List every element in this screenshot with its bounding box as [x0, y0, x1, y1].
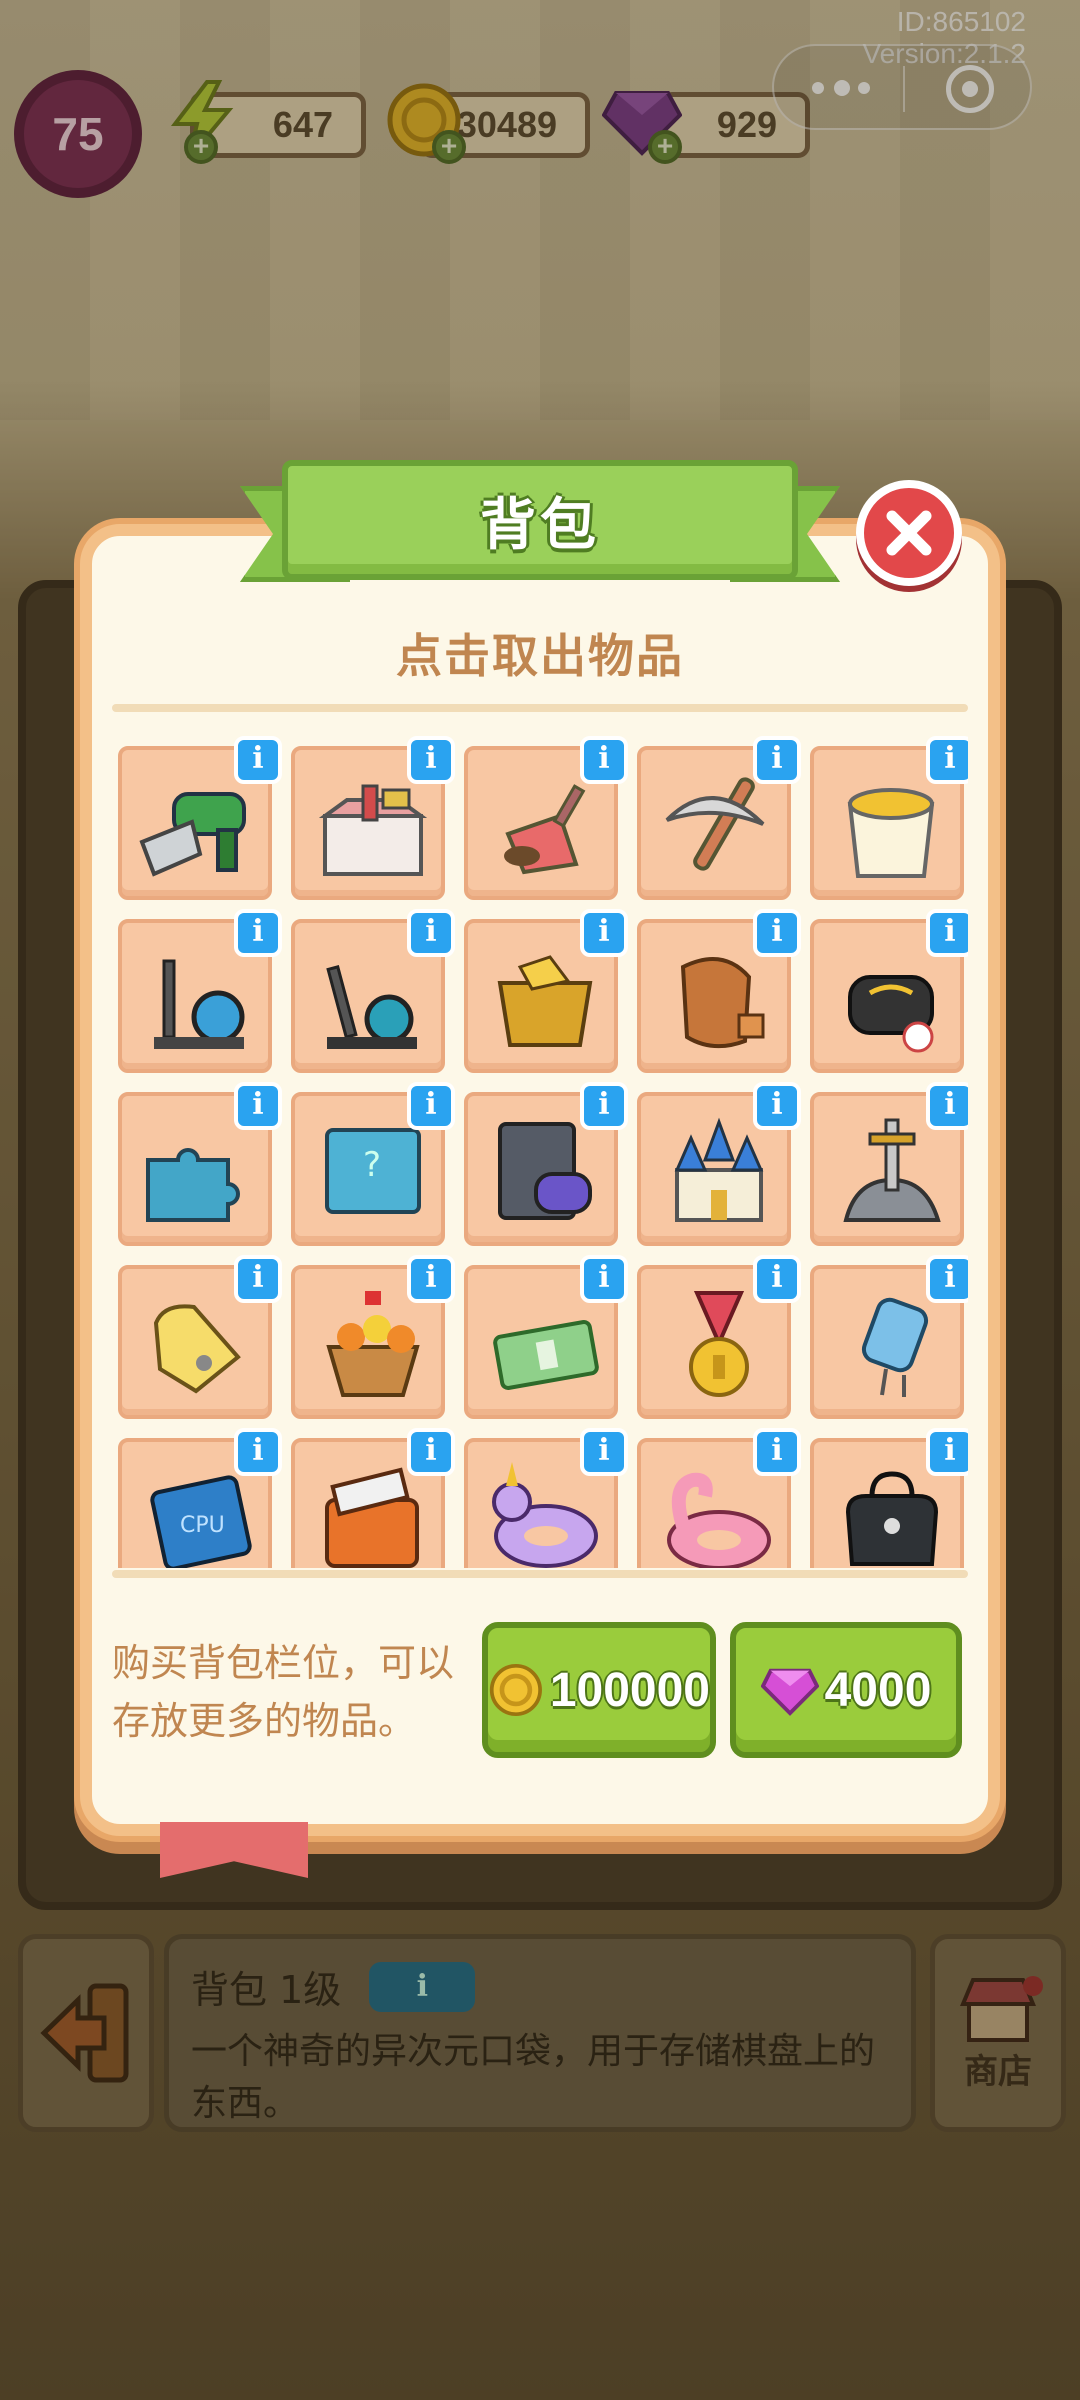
item-info-button[interactable]: i — [407, 1082, 455, 1130]
item-info-button[interactable]: i — [234, 1082, 282, 1130]
item-info-button[interactable]: i — [926, 1082, 968, 1130]
item-info-button[interactable]: i — [407, 1428, 455, 1476]
item-info-button[interactable]: i — [234, 1255, 282, 1303]
item-info-button[interactable]: i — [580, 909, 628, 957]
backpack-slot[interactable]: i — [118, 1082, 282, 1246]
backpack-slot[interactable]: i — [464, 1255, 628, 1419]
item-info-button[interactable]: i — [753, 1255, 801, 1303]
backpack-slot[interactable]: i — [291, 1428, 455, 1568]
backpack-slot[interactable]: i — [464, 909, 628, 1073]
backpack-slot[interactable]: i — [291, 909, 455, 1073]
item-info-button[interactable]: i — [753, 909, 801, 957]
svg-text:?: ? — [363, 1145, 381, 1185]
buy-with-coins-button[interactable]: 100000 — [482, 1622, 716, 1758]
backpack-slot[interactable]: i — [637, 1428, 801, 1568]
backpack-slot[interactable]: i — [637, 1082, 801, 1246]
buy-coins-price: 100000 — [549, 1663, 710, 1717]
backpack-item-grid: i i i i i i i i i i i? i i i i i i i i i CPU i i i i i — [112, 736, 968, 1568]
buy-with-gems-button[interactable]: 4000 — [730, 1622, 962, 1758]
backpack-slot[interactable]: i — [464, 1082, 628, 1246]
close-icon — [886, 510, 932, 556]
item-info-button[interactable]: i — [580, 1428, 628, 1476]
coin-icon — [489, 1663, 542, 1717]
item-info-button[interactable]: i — [234, 1428, 282, 1476]
backpack-slot[interactable]: i — [810, 909, 968, 1073]
buy-gems-price: 4000 — [824, 1663, 932, 1717]
backpack-slot[interactable]: CPU i — [118, 1428, 282, 1568]
backpack-slot[interactable]: i — [637, 1255, 801, 1419]
backpack-slot[interactable]: i — [464, 736, 628, 900]
item-info-button[interactable]: i — [407, 909, 455, 957]
item-info-button[interactable]: i — [926, 736, 968, 784]
svg-text:CPU: CPU — [180, 1513, 225, 1538]
item-info-button[interactable]: i — [753, 1428, 801, 1476]
item-info-button[interactable]: i — [580, 736, 628, 784]
item-info-button[interactable]: i — [580, 1255, 628, 1303]
item-info-button[interactable]: i — [926, 909, 968, 957]
buy-slot-description: 购买背包栏位，可以存放更多的物品。 — [112, 1641, 455, 1743]
bottom-divider — [112, 1570, 968, 1578]
backpack-slot[interactable]: ? i — [291, 1082, 455, 1246]
modal-subtitle: 点击取出物品 — [396, 629, 684, 683]
top-divider — [112, 704, 968, 712]
backpack-slot[interactable]: i — [464, 1428, 628, 1568]
backpack-slot[interactable]: i — [118, 736, 282, 900]
item-info-button[interactable]: i — [926, 1428, 968, 1476]
item-info-button[interactable]: i — [926, 1255, 968, 1303]
modal-title: 背包 — [282, 460, 798, 580]
backpack-slot[interactable]: i — [810, 1255, 968, 1419]
item-info-button[interactable]: i — [580, 1082, 628, 1130]
item-info-button[interactable]: i — [407, 1255, 455, 1303]
close-button[interactable] — [856, 480, 962, 586]
backpack-slot[interactable]: i — [118, 1255, 282, 1419]
item-info-button[interactable]: i — [753, 736, 801, 784]
item-info-button[interactable]: i — [234, 909, 282, 957]
backpack-slot[interactable]: i — [118, 909, 282, 1073]
item-info-button[interactable]: i — [234, 736, 282, 784]
item-info-button[interactable]: i — [753, 1082, 801, 1130]
backpack-slot[interactable]: i — [810, 1428, 968, 1568]
backpack-slot[interactable]: i — [637, 736, 801, 900]
item-info-button[interactable]: i — [407, 736, 455, 784]
backpack-slot[interactable]: i — [810, 736, 968, 900]
backpack-slot[interactable]: i — [291, 736, 455, 900]
backpack-slot[interactable]: i — [291, 1255, 455, 1419]
backpack-slot[interactable]: i — [810, 1082, 968, 1246]
backpack-slot[interactable]: i — [637, 909, 801, 1073]
gem-icon — [760, 1668, 819, 1716]
